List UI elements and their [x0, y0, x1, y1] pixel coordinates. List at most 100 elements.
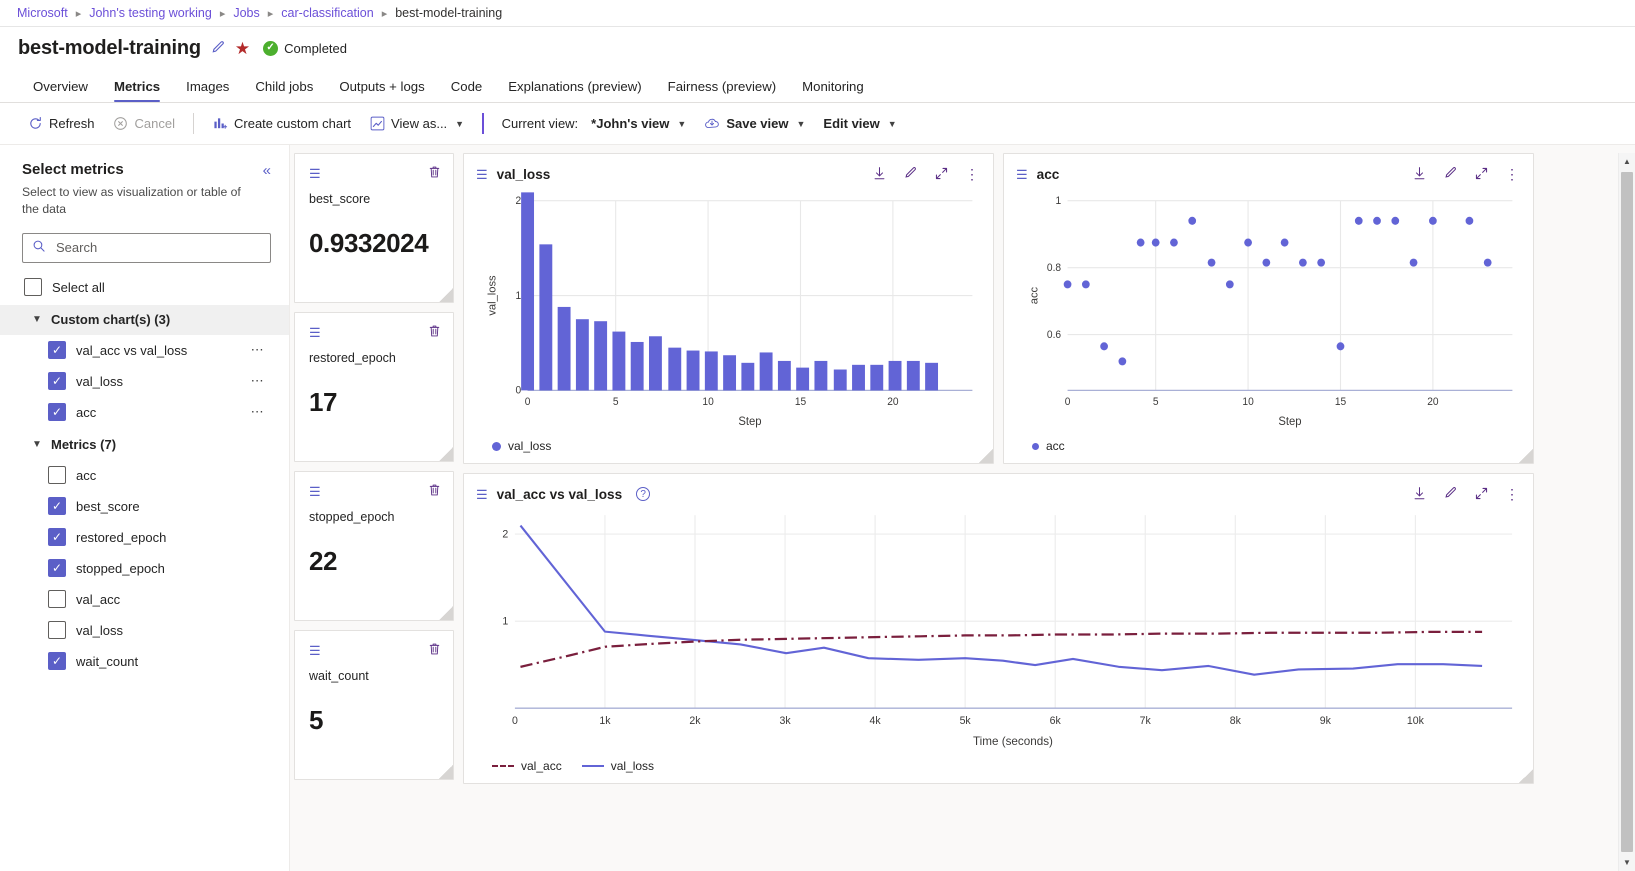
tab-child-jobs[interactable]: Child jobs: [242, 79, 326, 102]
legend-item-val-acc[interactable]: val_acc: [492, 759, 562, 773]
legend-item-acc[interactable]: acc: [1032, 439, 1065, 453]
scrollbar-thumb[interactable]: [1621, 172, 1633, 852]
drag-handle-icon[interactable]: ☰: [476, 168, 487, 181]
cancel-button[interactable]: Cancel: [104, 111, 184, 137]
download-icon[interactable]: [1412, 166, 1427, 183]
metric-checkbox[interactable]: [48, 372, 66, 390]
save-view-label: Save view: [726, 116, 788, 131]
metrics-page: Microsoft ▸ John's testing working ▸ Job…: [0, 0, 1635, 871]
legend-item-val-loss[interactable]: val_loss: [582, 759, 654, 773]
select-all-row[interactable]: Select all: [22, 272, 271, 303]
more-options-icon[interactable]: ⋮: [965, 167, 979, 181]
more-options-icon[interactable]: ⋯: [251, 342, 271, 358]
expand-icon[interactable]: [934, 166, 949, 183]
resize-handle[interactable]: [1519, 769, 1533, 783]
metric-item-val-loss[interactable]: val_loss: [22, 615, 271, 646]
trash-icon[interactable]: [428, 165, 441, 181]
metric-checkbox[interactable]: [48, 466, 66, 484]
group-header-metrics[interactable]: ▼ Metrics (7): [0, 430, 289, 460]
tab-metrics[interactable]: Metrics: [101, 79, 173, 102]
pencil-icon[interactable]: [1443, 486, 1458, 503]
create-custom-chart-button[interactable]: Create custom chart: [203, 111, 360, 137]
star-icon[interactable]: ★: [235, 40, 250, 57]
refresh-button[interactable]: Refresh: [18, 111, 104, 137]
metric-checkbox[interactable]: [48, 528, 66, 546]
metric-item-restored-epoch[interactable]: restored_epoch: [22, 522, 271, 553]
pencil-icon[interactable]: [903, 166, 918, 183]
metric-checkbox[interactable]: [48, 341, 66, 359]
expand-icon[interactable]: [1474, 166, 1489, 183]
tab-bar: Overview Metrics Images Child jobs Outpu…: [0, 69, 1635, 103]
pencil-icon[interactable]: [210, 40, 226, 56]
metric-item-val-acc-vs-val-loss[interactable]: val_acc vs val_loss ⋯: [22, 335, 271, 366]
resize-handle[interactable]: [1519, 449, 1533, 463]
trash-icon[interactable]: [428, 642, 441, 658]
expand-icon[interactable]: [1474, 486, 1489, 503]
drag-handle-icon[interactable]: ☰: [1016, 168, 1027, 181]
x-tick-10: 10: [1242, 397, 1254, 408]
metric-checkbox[interactable]: [48, 652, 66, 670]
metric-item-acc[interactable]: acc: [22, 460, 271, 491]
more-options-icon[interactable]: ⋯: [251, 373, 271, 389]
metric-checkbox[interactable]: [48, 403, 66, 421]
metric-checkbox[interactable]: [48, 621, 66, 639]
drag-handle-icon[interactable]: ☰: [476, 488, 487, 501]
metric-item-acc-custom[interactable]: acc ⋯: [22, 397, 271, 428]
vertical-scrollbar[interactable]: ▲ ▼: [1618, 153, 1635, 871]
more-options-icon[interactable]: ⋯: [251, 404, 271, 420]
tab-outputs-logs[interactable]: Outputs + logs: [326, 79, 437, 102]
tab-explanations[interactable]: Explanations (preview): [495, 79, 654, 102]
breadcrumb-item-3[interactable]: car-classification: [281, 6, 373, 20]
tab-overview[interactable]: Overview: [20, 79, 101, 102]
legend-item-val-loss[interactable]: val_loss: [492, 439, 551, 453]
metric-checkbox[interactable]: [48, 559, 66, 577]
metric-checkbox[interactable]: [48, 497, 66, 515]
trash-icon[interactable]: [428, 483, 441, 499]
metric-item-best-score[interactable]: best_score: [22, 491, 271, 522]
drag-handle-icon[interactable]: ☰: [309, 326, 320, 339]
scroll-up-arrow-icon[interactable]: ▲: [1619, 153, 1635, 170]
resize-handle[interactable]: [439, 447, 453, 461]
tab-monitoring[interactable]: Monitoring: [789, 79, 877, 102]
tab-fairness[interactable]: Fairness (preview): [655, 79, 789, 102]
save-view-button[interactable]: Save view ▼: [695, 111, 814, 137]
double-chevron-left-icon[interactable]: «: [263, 163, 271, 178]
metric-item-val-acc[interactable]: val_acc: [22, 584, 271, 615]
scrollbar-track[interactable]: [1619, 170, 1635, 854]
more-options-icon[interactable]: ⋮: [1505, 487, 1519, 501]
download-icon[interactable]: [1412, 486, 1427, 503]
resize-handle[interactable]: [439, 288, 453, 302]
scroll-down-arrow-icon[interactable]: ▼: [1619, 854, 1635, 871]
breadcrumb-item-2[interactable]: Jobs: [233, 6, 259, 20]
drag-handle-icon[interactable]: ☰: [309, 167, 320, 180]
breadcrumb-item-1[interactable]: John's testing working: [89, 6, 212, 20]
tab-code[interactable]: Code: [438, 79, 496, 102]
select-all-checkbox[interactable]: [24, 278, 42, 296]
group-header-custom-charts[interactable]: ▼ Custom chart(s) (3): [0, 305, 289, 335]
resize-handle[interactable]: [439, 606, 453, 620]
search-box[interactable]: [22, 233, 271, 263]
current-view-selector[interactable]: *John's view ▼: [582, 111, 695, 136]
metric-item-wait-count[interactable]: wait_count: [22, 646, 271, 677]
x-tick-5: 5: [1153, 397, 1159, 408]
trash-icon[interactable]: [428, 324, 441, 340]
download-icon[interactable]: [872, 166, 887, 183]
metric-checkbox[interactable]: [48, 590, 66, 608]
search-input[interactable]: [54, 239, 261, 256]
resize-handle[interactable]: [439, 765, 453, 779]
drag-handle-icon[interactable]: ☰: [309, 644, 320, 657]
view-as-button[interactable]: View as... ▼: [360, 111, 473, 137]
breadcrumb-item-0[interactable]: Microsoft: [17, 6, 68, 20]
group-label: Metrics (7): [51, 437, 116, 452]
resize-handle[interactable]: [979, 449, 993, 463]
drag-handle-icon[interactable]: ☰: [309, 485, 320, 498]
metric-item-val-loss-custom[interactable]: val_loss ⋯: [22, 366, 271, 397]
page-header: best-model-training ★ ✓ Completed: [0, 27, 1635, 69]
metric-item-stopped-epoch[interactable]: stopped_epoch: [22, 553, 271, 584]
edit-view-button[interactable]: Edit view ▼: [814, 111, 905, 136]
pencil-icon[interactable]: [1443, 166, 1458, 183]
chevron-down-icon: ▼: [32, 439, 42, 450]
more-options-icon[interactable]: ⋮: [1505, 167, 1519, 181]
tab-images[interactable]: Images: [173, 79, 242, 102]
help-circle-icon[interactable]: ?: [636, 487, 650, 501]
